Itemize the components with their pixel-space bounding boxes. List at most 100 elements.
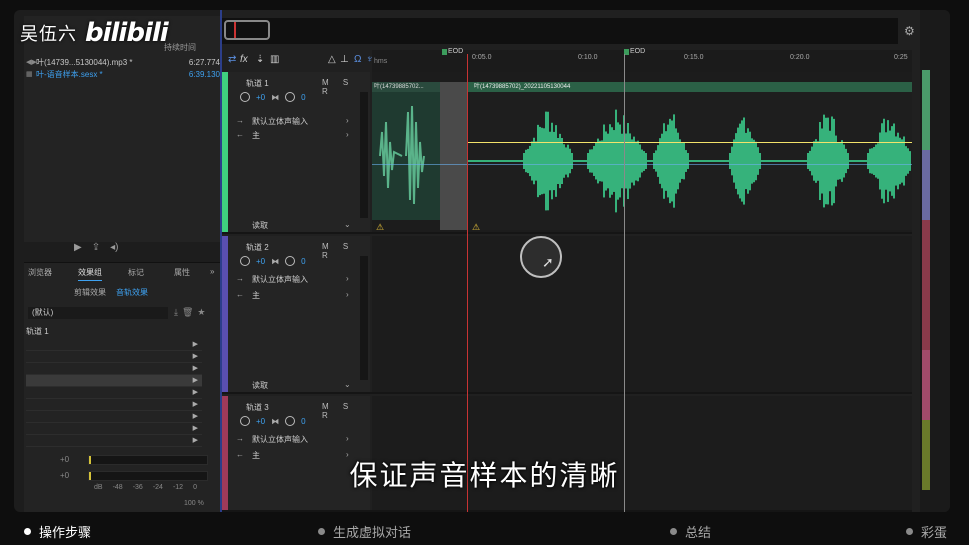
volume-value: +0 <box>256 256 266 266</box>
click-indicator <box>520 236 562 278</box>
output-label: 主 <box>252 131 260 140</box>
output-select[interactable]: ← 主 › <box>236 290 366 302</box>
zoom-navigator[interactable] <box>222 18 898 44</box>
volume-envelope[interactable] <box>468 142 912 143</box>
tab-browser[interactable]: 浏览器 <box>28 267 52 278</box>
tab-effects-rack[interactable]: 效果组 <box>78 267 102 281</box>
session-file-icon: ▦ <box>26 71 33 78</box>
timeline-ruler[interactable]: hms 0:05.0 0:10.0 0:15.0 0:20.0 0:25 EOD… <box>372 48 912 72</box>
chevron-right-icon: › <box>346 274 349 283</box>
play-icon[interactable]: ▶ <box>74 242 82 253</box>
tab-properties[interactable]: 属性 <box>174 267 190 278</box>
input-select[interactable]: → 默认立体声输入 › <box>236 116 366 128</box>
selection-region[interactable] <box>440 82 468 230</box>
pan-icon: ⧓ <box>271 92 280 102</box>
pan-value: 0 <box>301 92 306 102</box>
track-color-swatch <box>922 350 930 420</box>
track-scrollbar[interactable] <box>360 92 368 218</box>
preset-tools: ⤓🗑★ <box>174 307 210 318</box>
sends-icon[interactable]: ⇣ <box>256 54 264 65</box>
file-row[interactable]: ◀▶ 叶(14739...5130044).mp3 * 6:27.774 <box>24 56 224 68</box>
input-select[interactable]: → 默认立体声输入 › <box>236 434 366 446</box>
settings-icon[interactable]: ⚙ <box>904 24 915 38</box>
chevron-right-icon: ▶ <box>192 437 198 444</box>
pan-icon: ⧓ <box>271 256 280 266</box>
ruler-tick: 0:15.0 <box>684 54 704 61</box>
rack-track-label: 轨道 1 <box>26 327 49 336</box>
eod-marker[interactable]: EOD <box>623 48 645 55</box>
star-icon[interactable]: ★ <box>197 307 209 317</box>
effect-slot[interactable]: ▶ <box>26 411 202 423</box>
volume-knob[interactable] <box>240 416 250 426</box>
metronome-icon[interactable]: △ <box>328 54 336 65</box>
pan-knob[interactable] <box>285 256 296 266</box>
file-duration: 6:39.130 <box>188 69 220 79</box>
effect-slot[interactable]: ▶ <box>26 435 202 447</box>
panel-tabs: 浏览器 效果组 标记 属性 » <box>24 267 224 281</box>
effect-slot[interactable]: ▶ <box>26 423 202 435</box>
chapter-dot-icon <box>906 528 913 535</box>
tab-track-effects[interactable]: 音轨效果 <box>116 287 148 298</box>
track-1: 轨道 1 M S R +0 ⧓ 0 → 默认立体声输入 › ← 主 › 读取 ⌄… <box>222 72 912 234</box>
track-name[interactable]: 轨道 1 <box>246 78 269 89</box>
track-2: 轨道 2 M S R +0 ⧓ 0 → 默认立体声输入 › ← 主 › 读取 ⌄ <box>222 236 912 394</box>
effect-slot[interactable]: ▶ <box>26 375 202 387</box>
effect-slot[interactable]: ▶ <box>26 387 202 399</box>
tab-markers[interactable]: 标记 <box>128 267 144 278</box>
automation-mode-select[interactable]: 读取 ⌄ <box>236 380 356 392</box>
effect-slot[interactable]: ▶ <box>26 351 202 363</box>
pan-value: 0 <box>301 416 306 426</box>
chapter-item[interactable]: 彩蛋 <box>906 522 947 541</box>
track-name[interactable]: 轨道 2 <box>246 242 269 253</box>
author-name: 吴伍六 <box>20 24 77 45</box>
chapter-item[interactable]: 操作步骤 <box>24 522 91 541</box>
time-format: hms <box>374 58 388 65</box>
audio-clip[interactable]: 叶(14739885702... <box>372 82 440 220</box>
automation-mode-select[interactable]: 读取 ⌄ <box>236 220 356 232</box>
preset-select[interactable]: (默认) <box>28 307 168 319</box>
chevron-down-icon: ⌄ <box>344 220 351 229</box>
effect-slot[interactable]: ▶ <box>26 399 202 411</box>
chapter-item[interactable]: 总结 <box>670 522 711 541</box>
fx-icon[interactable]: fx <box>240 54 248 65</box>
pan-envelope[interactable] <box>372 164 912 165</box>
headphones-icon[interactable]: Ω <box>354 54 361 65</box>
track-lane[interactable]: 叶(14739885702... 叶(14739885702)_20221105… <box>372 72 912 232</box>
loop-icon[interactable]: ⇄ <box>228 54 236 65</box>
right-panel-strip <box>920 10 950 512</box>
volume-knob[interactable] <box>240 256 250 266</box>
autoplay-icon[interactable]: ◂) <box>110 242 118 253</box>
tab-clip-effects[interactable]: 剪辑效果 <box>74 287 106 298</box>
file-row[interactable]: ▦ 叶-语音样本.sesx * 6:39.130 <box>24 68 224 80</box>
track-scrollbar[interactable] <box>360 256 368 380</box>
output-select[interactable]: ← 主 › <box>236 130 366 142</box>
input-select[interactable]: → 默认立体声输入 › <box>236 274 366 286</box>
pan-knob[interactable] <box>285 416 296 426</box>
trash-icon[interactable]: 🗑 <box>182 307 197 317</box>
mix-value: 100 % <box>184 500 204 507</box>
track-color <box>222 72 228 232</box>
eod-marker[interactable]: EOD <box>441 48 463 55</box>
export-icon[interactable]: ⇪ <box>92 242 100 253</box>
ruler-tick: 0:25 <box>894 54 908 61</box>
track-header: 轨道 2 M S R +0 ⧓ 0 → 默认立体声输入 › ← 主 › 读取 ⌄ <box>222 236 370 392</box>
chapter-dot-icon <box>670 528 677 535</box>
chapter-item[interactable]: 生成虚拟对话 <box>318 522 411 541</box>
eq-icon[interactable]: ▥ <box>270 54 279 65</box>
effect-slot[interactable]: ▶ <box>26 339 202 351</box>
zoom-thumb[interactable] <box>224 20 270 40</box>
input-arrow-icon: → <box>236 274 244 283</box>
track-lane[interactable] <box>372 236 912 392</box>
audio-file-icon: ◀▶ <box>26 59 37 66</box>
snap-icon[interactable]: ⊥ <box>340 54 349 65</box>
mute-solo-record-buttons[interactable]: M S R <box>322 402 370 420</box>
volume-knob[interactable] <box>240 92 250 102</box>
chevron-right-icon[interactable]: » <box>210 267 214 276</box>
playhead[interactable] <box>467 54 468 512</box>
pan-knob[interactable] <box>285 92 296 102</box>
save-icon[interactable]: ⤓ <box>174 307 182 317</box>
track-name[interactable]: 轨道 3 <box>246 402 269 413</box>
effect-slot[interactable]: ▶ <box>26 363 202 375</box>
bilibili-logo: bilibili <box>85 18 169 48</box>
audio-clip[interactable]: 叶(14739885702)_20221105130044 <box>468 82 912 230</box>
